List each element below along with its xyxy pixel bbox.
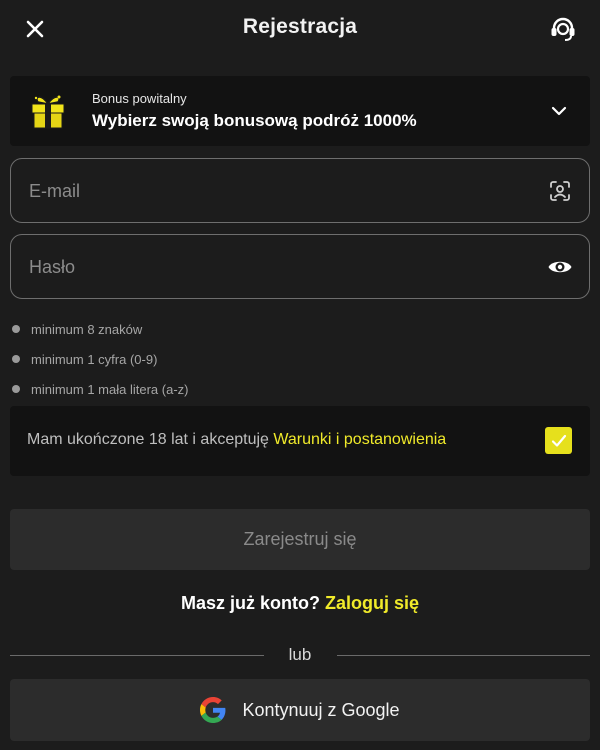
login-link[interactable]: Zaloguj się	[325, 593, 419, 613]
login-question: Masz już konto?	[180, 593, 325, 613]
bullet-dot-icon	[12, 325, 20, 333]
gift-icon	[31, 95, 65, 129]
google-button-label: Kontynuuj z Google	[242, 699, 400, 720]
login-prompt: Masz już konto? Zaloguj się	[0, 593, 600, 614]
terms-label: Mam ukończone 18 lat i akceptuję	[27, 431, 274, 448]
bonus-title: Wybierz swoją bonusową podróż 1000%	[92, 111, 417, 130]
terms-link[interactable]: Warunki i postanowienia	[273, 431, 446, 448]
requirement-text: minimum 1 mała litera (a-z)	[31, 381, 189, 397]
eye-icon[interactable]	[547, 254, 573, 280]
headset-support-icon	[551, 17, 575, 41]
face-scan-icon[interactable]	[547, 178, 573, 204]
bonus-selector[interactable]: Bonus powitalny Wybierz swoją bonusową p…	[10, 76, 590, 146]
terms-row: Mam ukończone 18 lat i akceptuję Warunki…	[10, 406, 590, 476]
checkmark-icon	[551, 434, 566, 447]
register-button[interactable]: Zarejestruj się	[10, 509, 590, 570]
password-field[interactable]	[10, 234, 590, 300]
divider-line-right	[337, 655, 590, 656]
chevron-down-icon	[551, 106, 567, 116]
requirement-text: minimum 1 cyfra (0-9)	[31, 351, 158, 367]
bonus-subtitle: Bonus powitalny	[92, 91, 187, 106]
support-button[interactable]	[548, 14, 578, 44]
requirement-item: minimum 8 znaków	[12, 314, 188, 344]
password-requirements: minimum 8 znaków minimum 1 cyfra (0-9) m…	[12, 314, 188, 404]
google-signin-button[interactable]: Kontynuuj z Google	[10, 679, 590, 741]
bullet-dot-icon	[12, 355, 20, 363]
email-field[interactable]	[10, 158, 590, 224]
page-title: Rejestracja	[242, 15, 358, 38]
header: Rejestracja	[0, 0, 600, 56]
terms-checkbox[interactable]	[545, 427, 572, 454]
requirement-item: minimum 1 mała litera (a-z)	[12, 374, 188, 404]
requirement-item: minimum 1 cyfra (0-9)	[12, 344, 188, 374]
bullet-dot-icon	[12, 385, 20, 393]
password-input[interactable]	[27, 235, 531, 300]
requirement-text: minimum 8 znaków	[31, 321, 143, 337]
google-logo-icon	[200, 697, 226, 723]
email-input[interactable]	[27, 159, 531, 224]
terms-text: Mam ukończone 18 lat i akceptuję Warunki…	[27, 431, 446, 449]
